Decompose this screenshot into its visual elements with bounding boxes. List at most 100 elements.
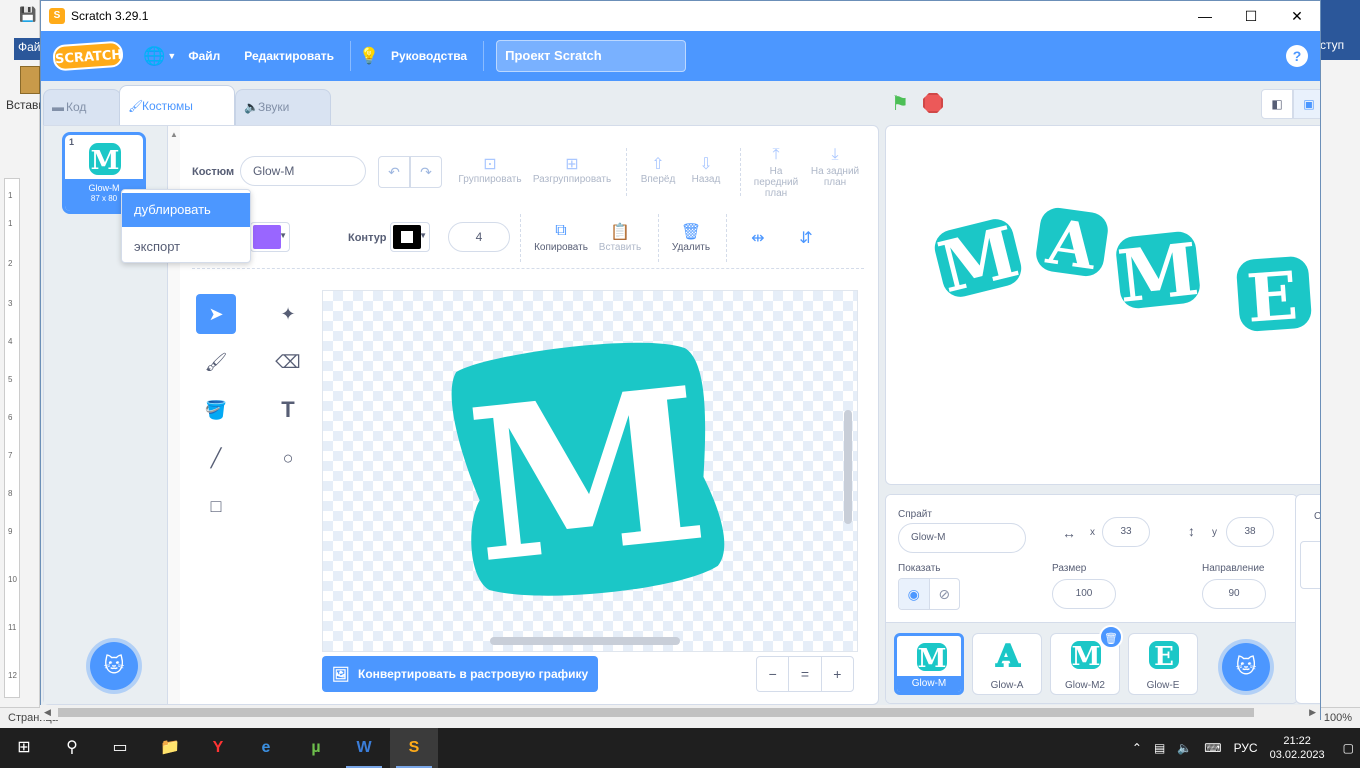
close-button[interactable]: ✕ — [1274, 1, 1320, 31]
eraser-tool[interactable]: ⌫ — [268, 342, 308, 382]
language-indicator[interactable]: РУС — [1234, 741, 1258, 755]
taskbar-explorer[interactable]: 📁 — [146, 728, 194, 768]
menu-item-duplicate[interactable]: дублировать — [122, 193, 250, 227]
backdrop-thumbnail[interactable] — [1300, 541, 1320, 589]
costume-name-input[interactable]: Glow-M — [240, 156, 366, 186]
text-tool[interactable]: T — [268, 390, 308, 430]
task-view-icon: ▭ — [112, 739, 128, 756]
scroll-left-arrow-icon[interactable]: ◀ — [44, 705, 51, 720]
horizontal-scrollbar[interactable]: ◀ ▶ — [40, 705, 1320, 720]
help-icon[interactable]: ? — [1286, 45, 1308, 67]
sprite-name: Glow-M — [897, 676, 961, 692]
ruler-mark: 10 — [8, 575, 17, 584]
small-stage-button[interactable]: ◧ — [1261, 89, 1293, 119]
reshape-tool[interactable]: ✦ — [268, 294, 308, 334]
stop-icon[interactable] — [923, 93, 943, 113]
scroll-right-arrow-icon[interactable]: ▶ — [1309, 705, 1316, 720]
canvas-horizontal-scrollbar[interactable] — [490, 637, 680, 645]
zoom-reset-button[interactable]: = — [789, 657, 822, 691]
large-stage-button[interactable]: ▣ — [1293, 89, 1320, 119]
back-button[interactable]: ⤓ На задний план — [810, 146, 860, 188]
word-access-label[interactable]: ступ — [1320, 38, 1344, 52]
delete-button[interactable]: 🗑 Удалить — [666, 222, 716, 253]
canvas-vertical-scrollbar[interactable] — [844, 410, 852, 524]
clock[interactable]: 21:22 03.02.2023 — [1270, 734, 1325, 762]
x-input[interactable]: 33 — [1102, 517, 1150, 547]
forward-button[interactable]: ⇧ Вперёд — [636, 154, 680, 185]
scroll-up-arrow-icon[interactable]: ▲ — [170, 130, 178, 139]
select-tool[interactable]: ➤ — [196, 294, 236, 334]
language-globe-icon[interactable]: 🌐 — [143, 46, 165, 67]
lightbulb-icon[interactable]: 💡 — [359, 46, 379, 66]
project-title-input[interactable]: Проект Scratch — [496, 40, 687, 72]
keyboard-icon[interactable]: ⌨ — [1204, 741, 1221, 755]
chevron-up-icon[interactable]: ⌃ — [1132, 741, 1142, 755]
fill-tool[interactable]: 🪣 — [196, 390, 236, 430]
outline-color-picker[interactable]: ▼ — [390, 222, 430, 252]
add-sprite-button[interactable]: 🐱 — [1222, 643, 1270, 691]
scratch-logo[interactable]: SCRATCH — [52, 40, 124, 72]
taskbar-utorrent[interactable]: µ — [292, 728, 340, 768]
network-icon[interactable]: ▤ — [1154, 741, 1165, 755]
green-flag-icon[interactable]: ⚑ — [891, 91, 909, 116]
paint-canvas[interactable]: M — [322, 290, 858, 652]
backward-button[interactable]: ⇩ Назад — [684, 154, 728, 185]
stage[interactable]: M A M E — [885, 125, 1320, 485]
costume-drawing: M — [451, 340, 725, 610]
tab-sounds[interactable]: 🔈 Звуки — [235, 89, 331, 125]
zoom-out-button[interactable]: − — [757, 657, 790, 691]
flip-horizontal-button[interactable]: ⇹ — [744, 228, 772, 248]
line-tool[interactable]: ╱ — [196, 438, 236, 478]
front-button[interactable]: ⤒ На передний план — [748, 146, 804, 199]
undo-button[interactable]: ↶ — [378, 156, 410, 188]
taskbar-yandex[interactable]: Y — [194, 728, 242, 768]
stage-sprites: M A M E — [931, 205, 1312, 338]
menu-edit[interactable]: Редактировать — [232, 49, 346, 63]
direction-input[interactable]: 90 — [1202, 579, 1266, 609]
delete-sprite-button[interactable]: 🗑 — [1099, 625, 1123, 649]
chevron-down-icon[interactable]: ▼ — [167, 51, 176, 61]
word-zoom-level[interactable]: 100% — [1324, 712, 1352, 724]
start-button[interactable]: ⊞ — [0, 728, 48, 768]
sprite-tile-glow-e[interactable]: E Glow-E — [1128, 633, 1198, 695]
tab-code[interactable]: ▬ Код — [43, 89, 121, 125]
group-button[interactable]: ⊡ Группировать — [458, 154, 522, 185]
convert-to-bitmap-button[interactable]: 🖼 Конвертировать в растровую графику — [322, 656, 598, 692]
fill-color-picker[interactable]: ▼ — [250, 222, 290, 252]
task-view-button[interactable]: ▭ — [96, 728, 144, 768]
outline-width-input[interactable]: 4 — [448, 222, 510, 252]
save-icon[interactable]: 💾 — [19, 6, 36, 23]
sprite-name-input[interactable]: Glow-M — [898, 523, 1026, 553]
tab-costumes-label: Костюмы — [142, 99, 193, 113]
ungroup-button[interactable]: ⊞ Разгруппировать — [532, 154, 612, 185]
menu-item-export[interactable]: экспорт — [122, 230, 250, 264]
paste-button[interactable]: 📋 Вставить — [596, 222, 644, 253]
size-input[interactable]: 100 — [1052, 579, 1116, 609]
show-sprite-button[interactable]: ◉ — [899, 579, 930, 609]
notifications-icon[interactable]: ▢ — [1343, 741, 1354, 755]
brush-tool[interactable]: 🖌 — [196, 342, 236, 382]
taskbar-word[interactable]: W — [340, 728, 388, 768]
maximize-button[interactable]: ☐ — [1228, 1, 1274, 31]
circle-tool[interactable]: ○ — [268, 438, 308, 478]
paste-icon[interactable] — [20, 66, 40, 94]
rectangle-tool[interactable]: □ — [196, 486, 236, 526]
sprite-tile-glow-a[interactable]: A Glow-A — [972, 633, 1042, 695]
zoom-in-button[interactable]: + — [822, 657, 853, 691]
flip-vertical-button[interactable]: ⇵ — [792, 228, 820, 248]
volume-icon[interactable]: 🔈 — [1177, 741, 1192, 755]
search-button[interactable]: ⚲ — [48, 728, 96, 768]
scrollbar-thumb[interactable] — [58, 708, 1254, 717]
sprite-tile-glow-m[interactable]: M Glow-M — [894, 633, 964, 695]
menu-tutorials[interactable]: Руководства — [379, 49, 479, 63]
taskbar-scratch[interactable]: S — [390, 728, 438, 768]
tab-costumes[interactable]: 🖌 Костюмы — [119, 85, 235, 125]
y-input[interactable]: 38 — [1226, 517, 1274, 547]
menu-file[interactable]: Файл — [176, 49, 232, 63]
redo-button[interactable]: ↷ — [410, 156, 442, 188]
add-costume-button[interactable]: 🐱 — [90, 642, 138, 690]
taskbar-edge[interactable]: e — [242, 728, 290, 768]
copy-button[interactable]: ⧉ Копировать — [528, 222, 594, 253]
hide-sprite-button[interactable]: ⊘ — [930, 579, 960, 609]
minimize-button[interactable]: — — [1182, 1, 1228, 31]
